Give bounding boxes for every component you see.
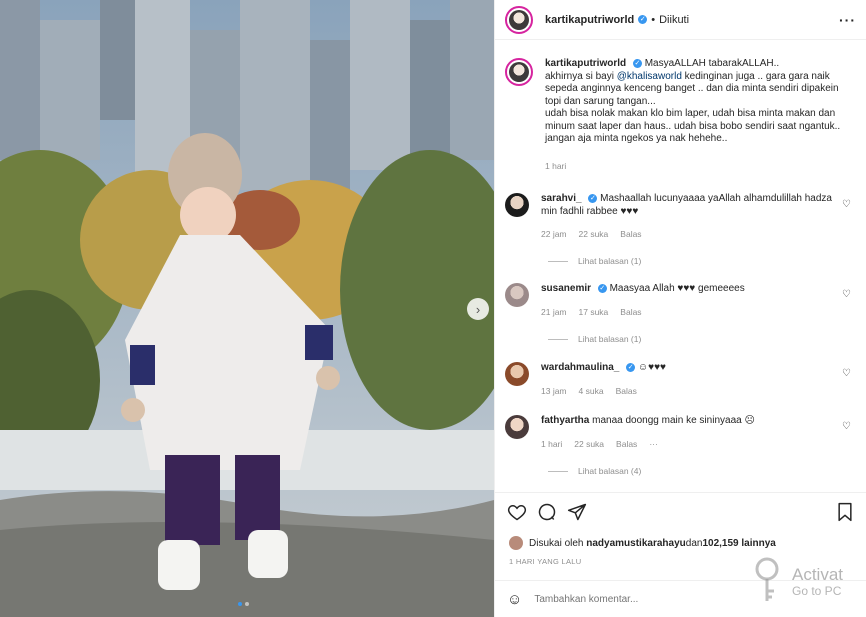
carousel-dot: [238, 602, 242, 606]
comment-text: manaa doongg main ke sininyaaa ☹: [592, 415, 755, 426]
comment-options-icon[interactable]: ···: [649, 438, 658, 451]
comment-item: sarahvi_ ✓ Mashaallah lucunyaaaa yaAllah…: [505, 193, 857, 241]
comment-text: Maasyaa Allah ♥♥♥ gemeeees: [609, 283, 745, 294]
comment-username[interactable]: sarahvi_: [541, 193, 582, 204]
caption-body: kartikaputriworld ✓ MasyaALLAH tabarakAL…: [545, 58, 845, 172]
reply-button[interactable]: Balas: [616, 385, 637, 398]
view-replies-label: Lihat balasan (1): [578, 256, 642, 266]
next-slide-button[interactable]: ›: [467, 298, 489, 320]
comment-username[interactable]: wardahmaulina_: [541, 362, 619, 373]
post-timestamp[interactable]: 1 HARI YANG LALU: [509, 557, 581, 566]
view-replies-button[interactable]: Lihat balasan (1): [548, 334, 641, 344]
follow-status-button[interactable]: Diikuti: [659, 14, 689, 26]
add-comment-bar: ☺: [495, 580, 866, 617]
post-details-pane: kartikaputriworld ✓ • Diikuti ··· kartik…: [494, 0, 866, 617]
comment-body: sarahvi_ ✓ Mashaallah lucunyaaaa yaAllah…: [541, 193, 841, 241]
emoji-icon[interactable]: ☺: [507, 591, 522, 608]
comment-likes[interactable]: 17 suka: [579, 306, 609, 319]
instagram-post-modal: › kartikaputriworld ✓ • Diikuti ··· kart…: [0, 0, 866, 617]
photo-illustration: [0, 0, 494, 617]
verified-badge-icon: ✓: [588, 193, 598, 203]
comment-like-heart-icon[interactable]: ♡: [842, 368, 851, 379]
bookmark-icon[interactable]: [835, 502, 855, 522]
comment-time[interactable]: 21 jam: [541, 306, 567, 319]
view-replies-label: Lihat balasan (4): [578, 466, 642, 476]
comment-likes[interactable]: 22 suka: [574, 438, 604, 451]
view-replies-button[interactable]: Lihat balasan (4): [548, 466, 641, 476]
likes-summary: Disukai oleh nadyamustikarahayu dan 102,…: [509, 536, 776, 550]
commenter-avatar[interactable]: [505, 283, 529, 307]
likes-middle: dan: [685, 537, 703, 549]
reply-button[interactable]: Balas: [616, 438, 637, 451]
likes-prefix: Disukai oleh: [529, 537, 584, 549]
comment-text: ☺♥♥♥: [637, 362, 666, 373]
likes-count[interactable]: 102,159 lainnya: [702, 538, 775, 549]
carousel-dot: [245, 602, 249, 606]
comment-username[interactable]: fathyartha: [541, 415, 589, 426]
comment-like-heart-icon[interactable]: ♡: [842, 421, 851, 432]
comment-time[interactable]: 1 hari: [541, 438, 562, 451]
commenter-avatar[interactable]: [505, 193, 529, 217]
comment-body: wardahmaulina_ ✓ ☺♥♥♥ 13 jam 4 suka Bala…: [541, 362, 841, 397]
reply-button[interactable]: Balas: [620, 228, 641, 241]
caption-time: 1 hari: [545, 160, 567, 171]
comment-like-heart-icon[interactable]: ♡: [842, 289, 851, 300]
comment-time[interactable]: 22 jam: [541, 228, 567, 241]
caption: kartikaputriworld ✓ MasyaALLAH tabarakAL…: [505, 58, 857, 172]
post-header: kartikaputriworld ✓ • Diikuti ···: [495, 0, 866, 40]
author-avatar[interactable]: [505, 5, 533, 34]
heart-icon[interactable]: [507, 502, 527, 522]
comment-username[interactable]: susanemir: [541, 283, 591, 294]
comment-body: susanemir ✓ Maasyaa Allah ♥♥♥ gemeeees 2…: [541, 283, 841, 318]
comment-likes[interactable]: 4 suka: [579, 385, 604, 398]
divider: [495, 492, 866, 493]
caption-line-3: udah bisa nolak makan klo bim laper, uda…: [545, 108, 841, 144]
comment-likes[interactable]: 22 suka: [579, 228, 609, 241]
comment-item: susanemir ✓ Maasyaa Allah ♥♥♥ gemeeees 2…: [505, 283, 857, 318]
commenter-avatar[interactable]: [505, 362, 529, 386]
liker-username[interactable]: nadyamustikarahayu: [586, 538, 686, 549]
comment-input[interactable]: [534, 593, 785, 605]
comment-time[interactable]: 13 jam: [541, 385, 567, 398]
verified-badge-icon: ✓: [626, 362, 636, 372]
view-replies-button[interactable]: Lihat balasan (1): [548, 256, 641, 266]
carousel-indicator: [238, 602, 249, 606]
author-username[interactable]: kartikaputriworld: [545, 14, 634, 26]
more-horizontal-icon[interactable]: ···: [839, 12, 856, 28]
comment-body: fathyartha manaa doongg main ke sininyaa…: [541, 415, 841, 450]
verified-badge-icon: ✓: [632, 58, 642, 68]
comment-icon[interactable]: [537, 502, 557, 522]
comment-like-heart-icon[interactable]: ♡: [842, 199, 851, 210]
caption-username[interactable]: kartikaputriworld: [545, 58, 626, 69]
commenter-avatar[interactable]: [505, 415, 529, 439]
author-avatar[interactable]: [505, 58, 533, 86]
caption-mention-link[interactable]: @khalisaworld: [617, 71, 682, 82]
caption-line-1: MasyaALLAH tabarakALLAH..: [644, 58, 780, 69]
verified-badge-icon: ✓: [597, 283, 607, 293]
comment-item: wardahmaulina_ ✓ ☺♥♥♥ 13 jam 4 suka Bala…: [505, 362, 857, 397]
reply-button[interactable]: Balas: [620, 306, 641, 319]
send-icon[interactable]: [567, 502, 587, 522]
comment-item: fathyartha manaa doongg main ke sininyaa…: [505, 415, 857, 450]
post-actions: [505, 500, 857, 524]
separator-dot: •: [651, 13, 656, 26]
post-photo[interactable]: ›: [0, 0, 494, 617]
liker-avatar[interactable]: [509, 536, 523, 550]
caption-text: akhirnya si bayi: [545, 70, 617, 82]
comment-text: Mashaallah lucunyaaaa yaAllah alhamdulil…: [541, 193, 832, 217]
view-replies-label: Lihat balasan (1): [578, 334, 642, 344]
chevron-right-icon: ›: [475, 301, 481, 317]
verified-badge-icon: ✓: [638, 15, 648, 24]
